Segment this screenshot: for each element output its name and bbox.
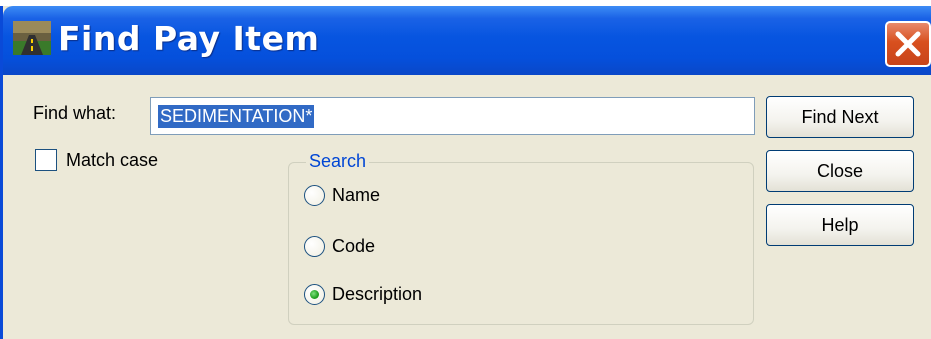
description-radio-label[interactable]: Description: [332, 283, 422, 305]
find-what-label: Find what:: [33, 103, 117, 123]
dialog-body: Find what: SEDIMENTATION* Match case Sea…: [3, 75, 931, 339]
radio-selected-dot: [310, 290, 319, 299]
code-radio[interactable]: [304, 236, 325, 257]
code-radio-label[interactable]: Code: [332, 235, 375, 257]
find-what-value: SEDIMENTATION*: [158, 105, 315, 128]
close-x-icon: [895, 31, 921, 57]
match-case-checkbox[interactable]: [35, 149, 57, 171]
name-radio-label[interactable]: Name: [332, 184, 380, 206]
help-button[interactable]: Help: [766, 204, 914, 246]
close-button[interactable]: Close: [766, 150, 914, 192]
close-window-button[interactable]: [885, 21, 931, 67]
description-radio[interactable]: [304, 284, 325, 305]
name-radio[interactable]: [304, 185, 325, 206]
title-bar[interactable]: Find Pay Item: [3, 6, 931, 75]
find-next-button[interactable]: Find Next: [766, 96, 914, 138]
match-case-label[interactable]: Match case: [66, 149, 158, 171]
dialog-title: Find Pay Item: [58, 19, 320, 58]
landscape-app-icon: [13, 21, 51, 55]
find-pay-item-dialog: Find Pay Item Find what: SEDIMENTATION* …: [0, 6, 931, 339]
search-group-label: Search: [306, 150, 370, 172]
find-what-input[interactable]: SEDIMENTATION*: [150, 97, 755, 135]
